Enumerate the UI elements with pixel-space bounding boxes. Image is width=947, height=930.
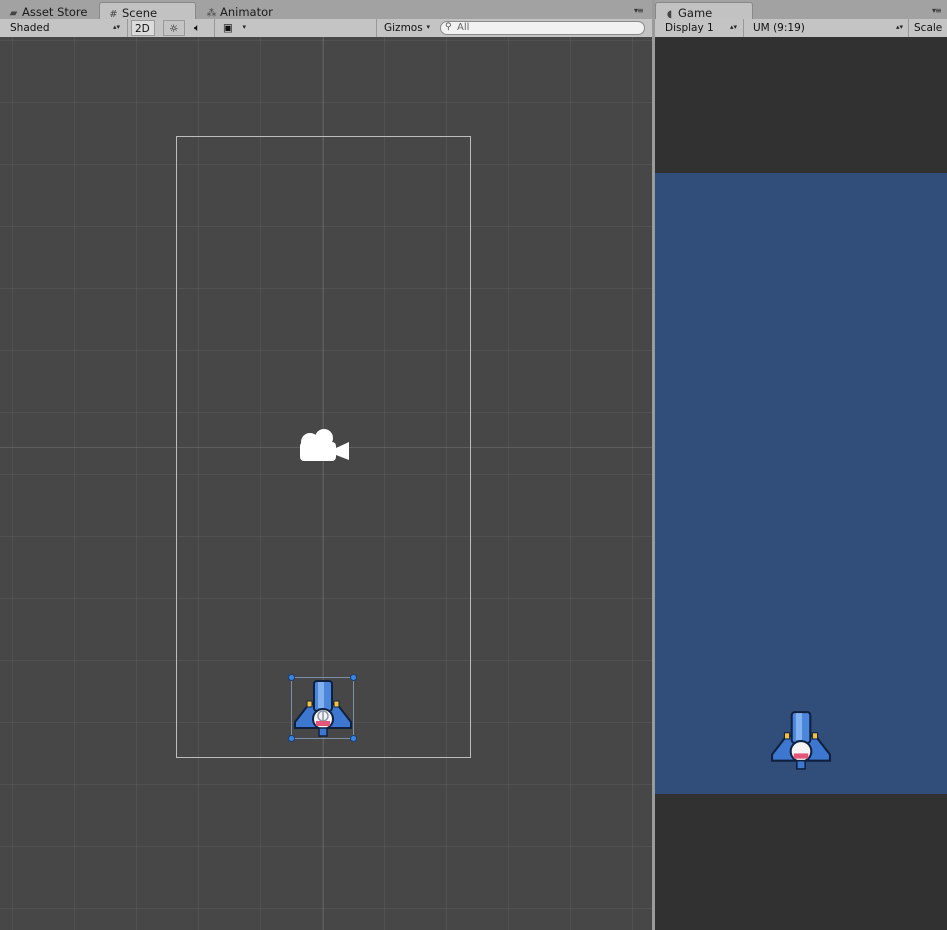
game-panel: ◖ Game ▾≡ Display 1 ▴▾ UM (9:19) ▴▾ Scale [655,0,947,930]
draw-mode-dropdown[interactable]: Shaded ▴▾ [4,20,124,36]
toggle-2d-label: 2D [135,23,150,35]
dropdown-arrow-icon: ▴▾ [112,23,120,31]
game-tab-bar: ◖ Game ▾≡ [655,0,947,20]
resize-handle-bottom-right[interactable] [350,735,357,742]
scene-panel: ▰ Asset Store # Scene ⁂ Animator ▾≡ Shaded … [0,0,652,930]
scene-search-input[interactable]: ⚲ All [440,21,645,35]
aspect-dropdown[interactable]: UM (9:19) ▴▾ [747,20,907,36]
image-icon: ▣ [223,22,233,34]
dropdown-arrow-icon: ▾ [426,23,430,31]
tab-label: Asset Store [22,5,88,19]
game-view[interactable] [655,37,947,930]
search-placeholder: All [457,22,470,33]
scene-tab-bar: ▰ Asset Store # Scene ⁂ Animator ▾≡ [0,0,652,20]
game-render-area [655,173,947,794]
resize-handle-top-right[interactable] [350,674,357,681]
dropdown-arrow-icon: ▴▾ [729,23,737,31]
display-label: Display 1 [665,22,714,34]
tab-label: Game [678,6,713,20]
aspect-label: UM (9:19) [753,22,805,34]
display-dropdown[interactable]: Display 1 ▴▾ [659,20,741,36]
scene-viewport[interactable] [0,37,652,930]
panel-menu-icon[interactable]: ▾≡ [932,6,942,15]
panel-menu-icon[interactable]: ▾≡ [634,6,644,15]
separator [214,19,215,37]
separator [127,19,128,37]
search-icon: ⚲ [445,22,452,32]
camera-icon[interactable] [298,428,352,469]
gizmos-dropdown[interactable]: Gizmos ▾ [378,20,434,36]
draw-mode-label: Shaded [10,22,50,34]
dropdown-arrow-icon: ▾ [242,23,246,31]
toggle-2d-button[interactable]: 2D [131,20,155,36]
tab-asset-store[interactable]: ▰ Asset Store [0,2,97,19]
scale-slider[interactable]: Scale [908,20,947,36]
tab-label: Animator [220,5,273,19]
dropdown-arrow-icon: ▴▾ [895,23,903,31]
sun-icon[interactable]: ☼ [163,20,185,36]
scene-toolbar: Shaded ▴▾ 2D ☼ 🔈︎ ▣ ▾ Gizmos ▾ ⚲ All [0,19,652,38]
tab-scene[interactable]: # Scene [99,2,196,20]
separator [376,19,377,37]
player-selection-rect[interactable] [288,674,357,742]
shopping-bag-icon: ▰ [9,8,18,19]
spaceship-sprite [771,711,831,770]
resize-handle-bottom-left[interactable] [288,735,295,742]
scale-label: Scale [914,22,943,34]
speaker-icon[interactable]: 🔈︎ [188,20,212,36]
separator [743,19,744,37]
scene-effects-dropdown[interactable]: ▣ ▾ [217,20,250,36]
resize-handle-top-left[interactable] [288,674,295,681]
tab-game[interactable]: ◖ Game [655,2,753,20]
tab-label: Scene [122,6,158,20]
game-toolbar: Display 1 ▴▾ UM (9:19) ▴▾ Scale [655,19,947,38]
tab-animator[interactable]: ⁂ Animator [198,2,298,19]
spaceship-sprite [294,680,352,737]
animator-nodes-icon: ⁂ [206,8,217,19]
gizmos-label: Gizmos [384,22,423,34]
